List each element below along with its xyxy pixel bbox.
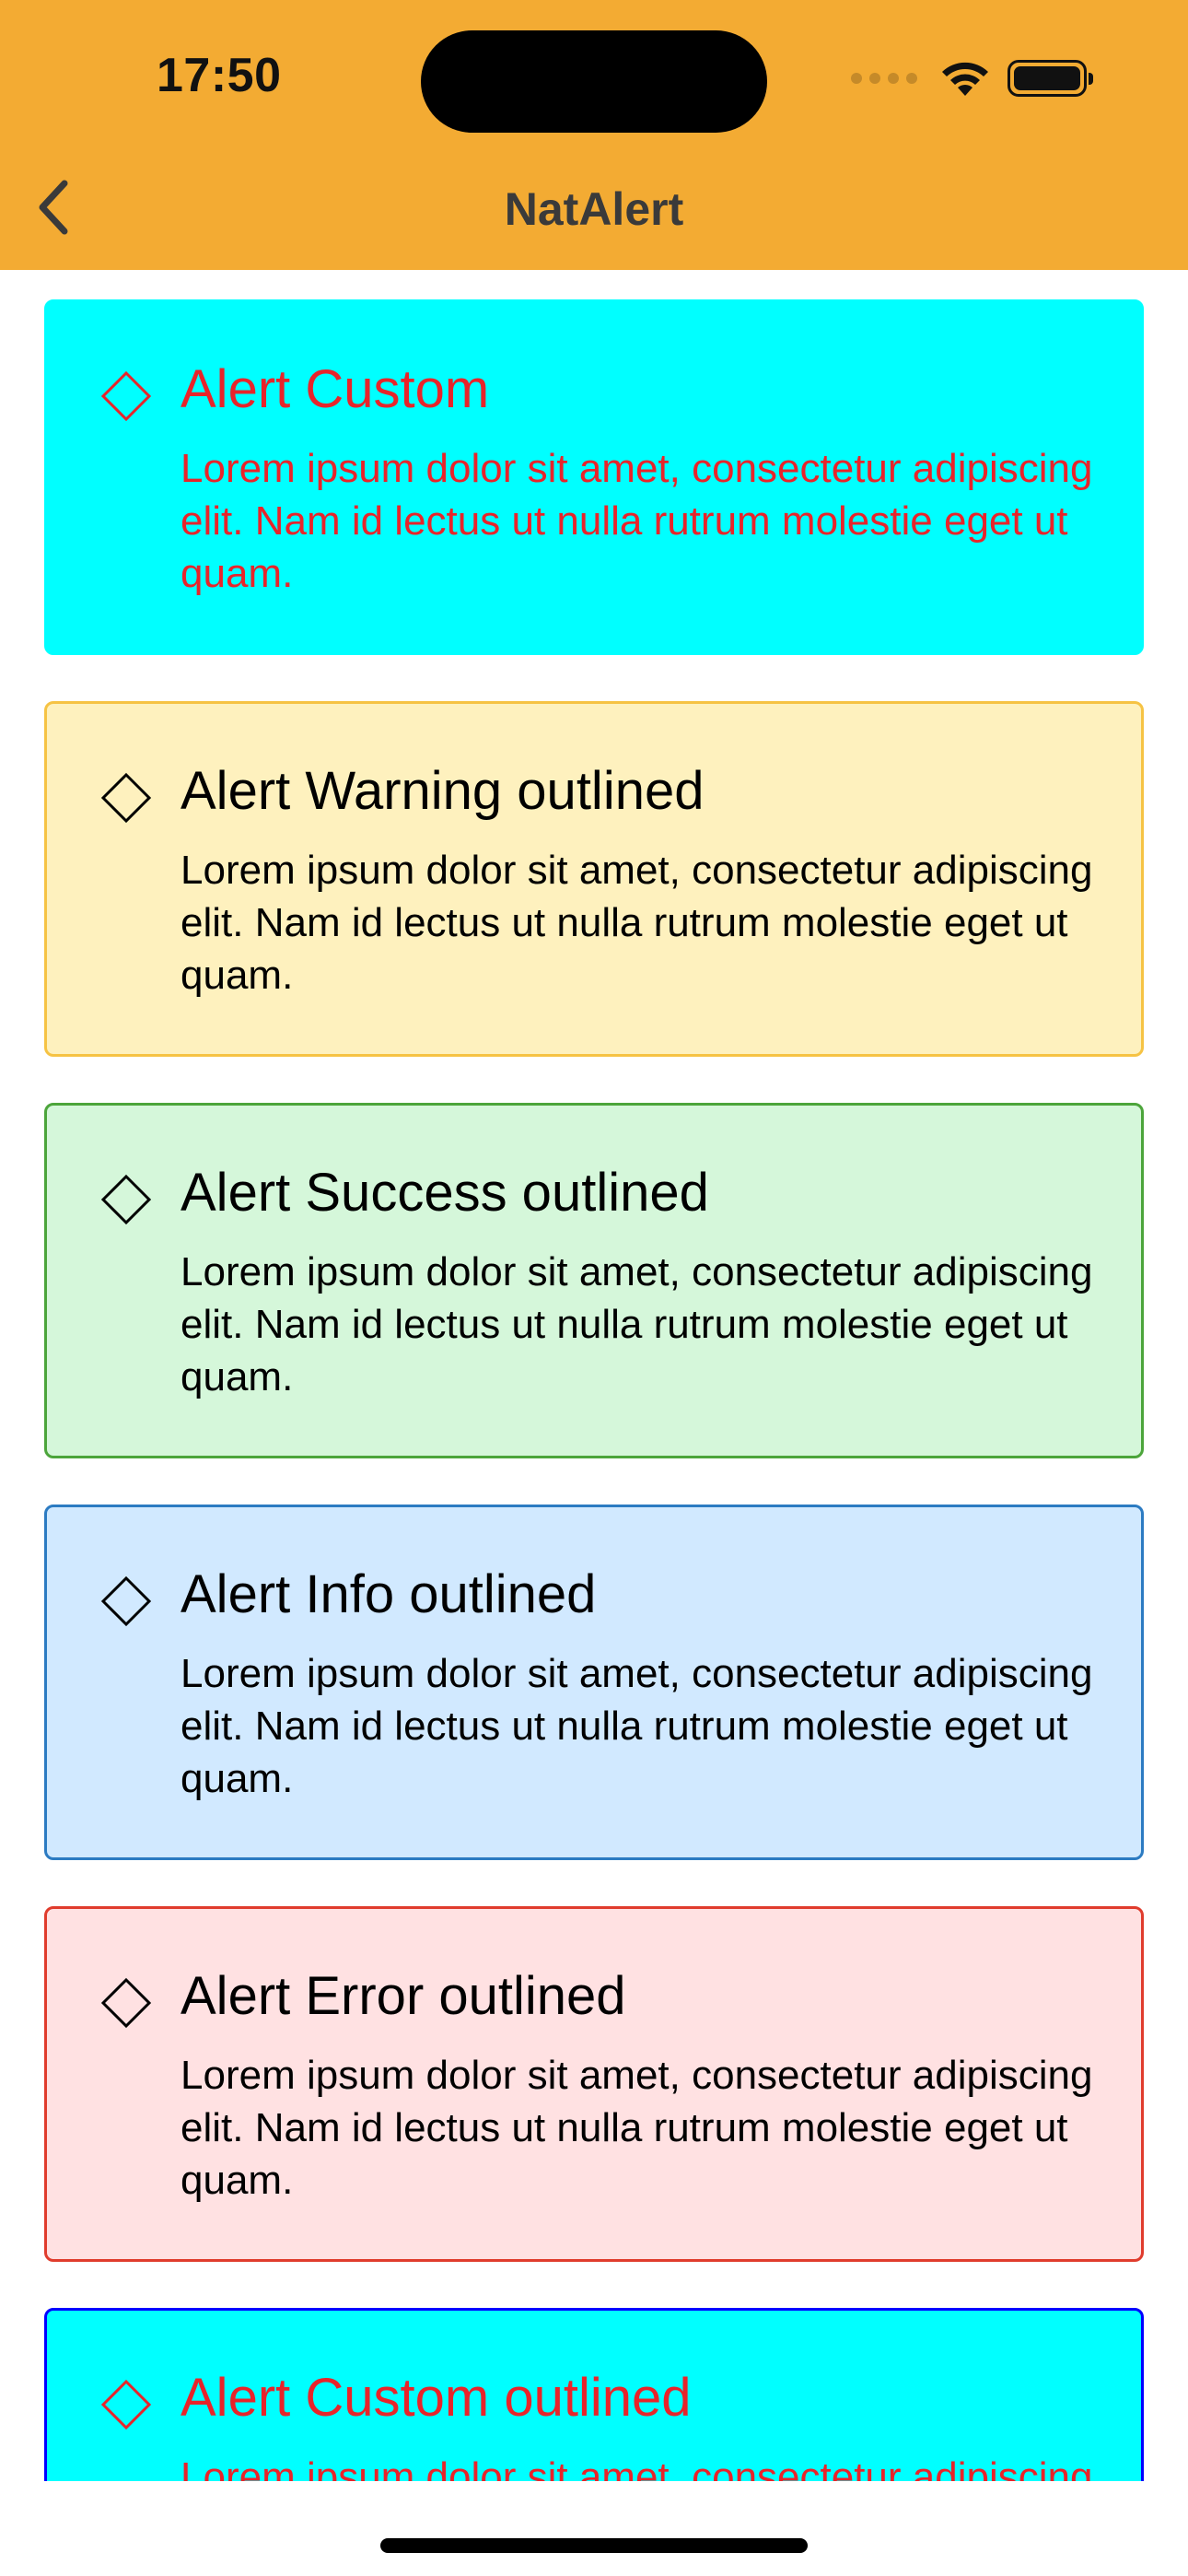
alert-title: Alert Warning outlined xyxy=(181,761,705,821)
alert-custom: Alert Custom Lorem ipsum dolor sit amet,… xyxy=(44,299,1144,655)
alert-title: Alert Info outlined xyxy=(181,1564,597,1624)
alert-info-outlined: Alert Info outlined Lorem ipsum dolor si… xyxy=(44,1505,1144,1860)
diamond-icon xyxy=(100,1575,152,1627)
diamond-icon xyxy=(100,2379,152,2430)
diamond-icon xyxy=(100,1174,152,1225)
alert-success-outlined: Alert Success outlined Lorem ipsum dolor… xyxy=(44,1103,1144,1458)
alert-body: Lorem ipsum dolor sit amet, consectetur … xyxy=(181,1249,1093,1399)
battery-icon xyxy=(1007,60,1093,97)
diamond-icon xyxy=(100,370,152,422)
status-bar-icons xyxy=(851,55,1093,101)
alert-body: Lorem ipsum dolor sit amet, consectetur … xyxy=(181,848,1093,998)
alert-error-outlined: Alert Error outlined Lorem ipsum dolor s… xyxy=(44,1906,1144,2262)
app-header: 17:50 NatAlert xyxy=(0,0,1188,270)
status-bar-time: 17:50 xyxy=(157,49,282,102)
bottom-safe-area xyxy=(0,2481,1188,2576)
alert-title: Alert Success outlined xyxy=(181,1163,709,1223)
alert-body: Lorem ipsum dolor sit amet, consectetur … xyxy=(181,446,1093,596)
cellular-signal-icon xyxy=(851,73,917,84)
dynamic-island xyxy=(421,30,767,133)
wifi-icon xyxy=(942,62,988,96)
alert-body: Lorem ipsum dolor sit amet, consectetur … xyxy=(181,2053,1093,2203)
alert-title: Alert Error outlined xyxy=(181,1966,626,2026)
page-title: NatAlert xyxy=(504,183,684,235)
alert-title: Alert Custom outlined xyxy=(181,2368,692,2428)
alert-list[interactable]: Alert Custom Lorem ipsum dolor sit amet,… xyxy=(0,270,1188,2481)
alert-body: Lorem ipsum dolor sit amet, consectetur … xyxy=(181,2454,1093,2481)
diamond-icon xyxy=(100,1977,152,2029)
home-indicator[interactable] xyxy=(380,2538,808,2553)
alert-title: Alert Custom xyxy=(181,359,490,419)
alert-custom-outlined: Alert Custom outlined Lorem ipsum dolor … xyxy=(44,2308,1144,2481)
alert-warning-outlined: Alert Warning outlined Lorem ipsum dolor… xyxy=(44,701,1144,1057)
diamond-icon xyxy=(100,772,152,824)
alert-body: Lorem ipsum dolor sit amet, consectetur … xyxy=(181,1651,1093,1801)
